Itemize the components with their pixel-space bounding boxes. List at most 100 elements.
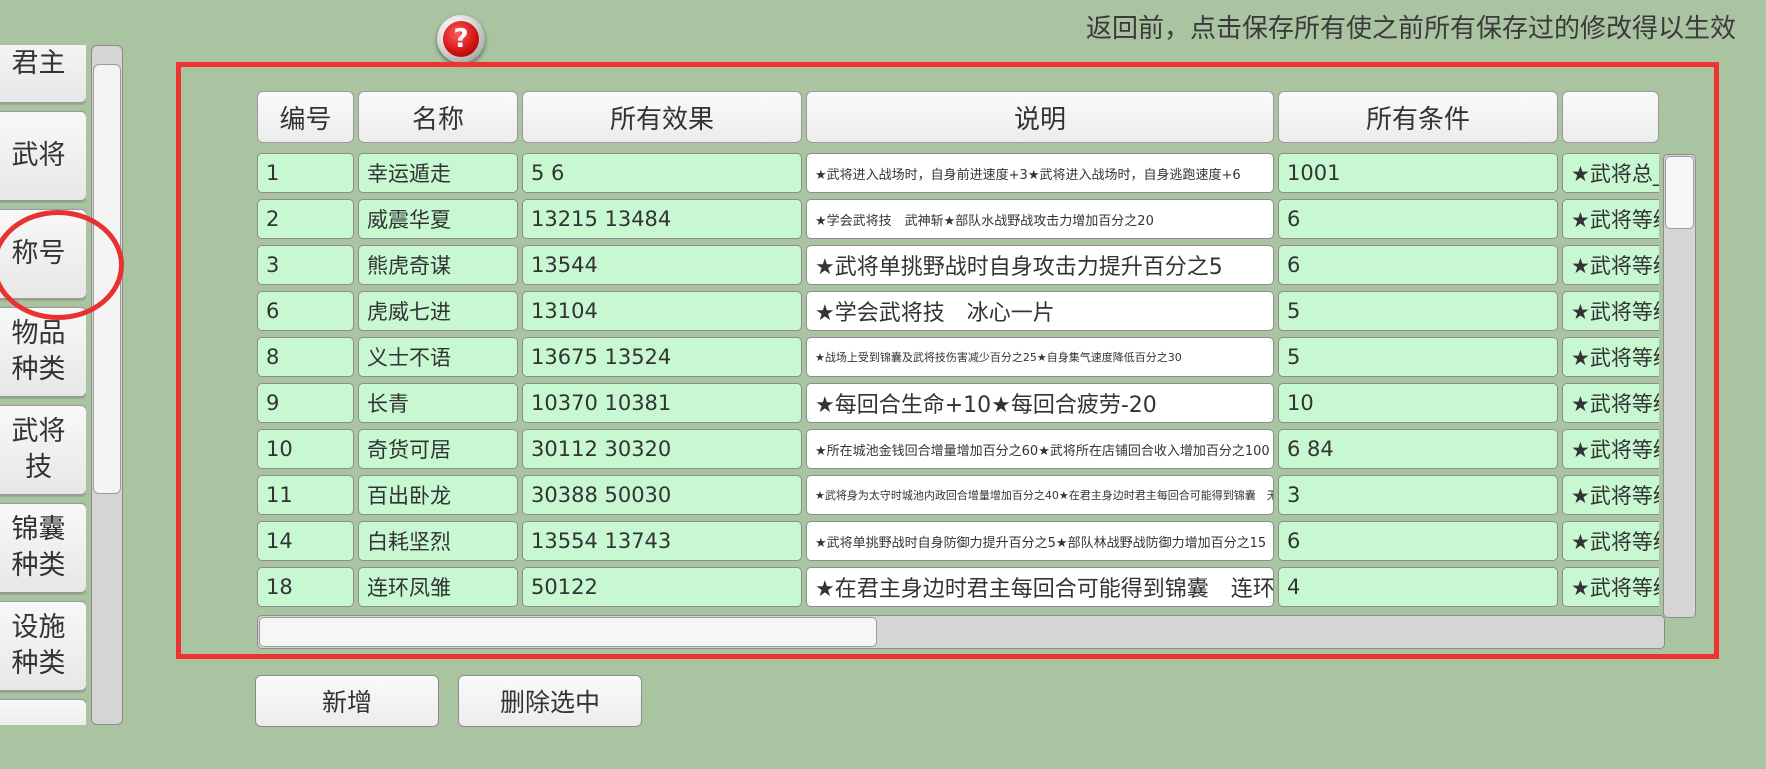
cell-effects[interactable]: 10370 10381 [522, 383, 802, 423]
cell-description[interactable]: ★所在城池金钱回合增量增加百分之60★武将所在店铺回合收入增加百分之100 [806, 429, 1274, 469]
cell-description[interactable]: ★在君主身边时君主每回合可能得到锦囊 连环计 [806, 567, 1274, 607]
cell-extra[interactable]: ★武将总_ [1562, 153, 1659, 193]
column-header-name[interactable]: 名称 [358, 91, 518, 143]
cell-conditions[interactable]: 6 [1278, 245, 1558, 285]
cell-effects[interactable]: 13544 [522, 245, 802, 285]
cell-description[interactable]: ★武将身为太守时城池内政回合增量增加百分之40★在君主身边时君主每回合可能得到锦… [806, 475, 1274, 515]
table-row[interactable]: 10 奇货可居 30112 30320 ★所在城池金钱回合增量增加百分之60★武将所在… [257, 429, 1659, 471]
cell-extra[interactable]: ★武将等级 [1562, 291, 1659, 331]
cell-id[interactable]: 2 [257, 199, 354, 239]
table-row[interactable]: 2 威震华夏 13215 13484 ★学会武将技 武神斩★部队水战野战攻击力增加百分… [257, 199, 1659, 241]
cell-id[interactable]: 9 [257, 383, 354, 423]
table-row[interactable]: 8 义士不语 13675 13524 ★战场上受到锦囊及武将技伤害减少百分之25★自身… [257, 337, 1659, 379]
cell-description[interactable]: ★每回合生命+10★每回合疲劳-20 [806, 383, 1274, 423]
table-row[interactable]: 1 幸运遁走 5 6 ★武将进入战场时，自身前进速度+3★武将进入战场时，自身逃跑速度… [257, 153, 1659, 195]
cell-name[interactable]: 幸运遁走 [358, 153, 518, 193]
cell-name[interactable]: 义士不语 [358, 337, 518, 377]
table-vertical-scrollbar[interactable] [1663, 154, 1696, 618]
cell-effects[interactable]: 13104 [522, 291, 802, 331]
sidebar-item-label: 物品种类 [11, 318, 66, 385]
cell-description[interactable]: ★战场上受到锦囊及武将技伤害减少百分之25★自身集气速度降低百分之30 [806, 337, 1274, 377]
sidebar-item-skills[interactable]: 武将技 [0, 405, 86, 495]
help-button[interactable]: ? [437, 15, 485, 63]
cell-extra[interactable]: ★武将等级 [1562, 337, 1659, 377]
table-row[interactable]: 18连环凤雏50122★在君主身边时君主每回合可能得到锦囊 连环计4★武将等级 [257, 567, 1659, 609]
cell-effects[interactable]: 13554 13743 [522, 521, 802, 561]
sidebar-item-label: 设施种类 [11, 612, 66, 679]
cell-id[interactable]: 18 [257, 567, 354, 607]
table-row[interactable]: 11 百出卧龙 30388 50030 ★武将身为太守时城池内政回合增量增加百分之40… [257, 475, 1659, 517]
sidebar-item-strategy-types[interactable]: 锦囊种类 [0, 503, 86, 593]
sidebar-scrollbar[interactable] [91, 45, 123, 725]
column-header-extra[interactable] [1562, 91, 1659, 143]
cell-extra[interactable]: ★武将等级 [1562, 567, 1659, 607]
cell-extra[interactable]: ★武将等级 [1562, 475, 1659, 515]
sidebar-item-lord[interactable]: 君主 [0, 45, 86, 103]
sidebar-item-label: 君主 [11, 48, 66, 79]
column-header-description[interactable]: 说明 [806, 91, 1274, 143]
cell-id[interactable]: 8 [257, 337, 354, 377]
cell-effects[interactable]: 13215 13484 [522, 199, 802, 239]
cell-description[interactable]: ★学会武将技 冰心一片 [806, 291, 1274, 331]
horizontal-scroll-thumb[interactable] [259, 617, 877, 647]
cell-name[interactable]: 虎威七进 [358, 291, 518, 331]
vertical-scroll-thumb[interactable] [1665, 156, 1694, 229]
table-row[interactable]: 9长青10370 10381★每回合生命+10★每回合疲劳-2010★武将等级 [257, 383, 1659, 425]
sidebar-item-label: 武将技 [11, 416, 66, 483]
sidebar-item-facility-types[interactable]: 设施种类 [0, 601, 86, 691]
cell-effects[interactable]: 30388 50030 [522, 475, 802, 515]
cell-conditions[interactable]: 6 [1278, 521, 1558, 561]
cell-id[interactable]: 10 [257, 429, 354, 469]
cell-conditions[interactable]: 5 [1278, 337, 1558, 377]
cell-extra[interactable]: ★武将等级 [1562, 429, 1659, 469]
question-mark-icon: ? [443, 21, 479, 57]
sidebar-item-label: 称号 [11, 238, 66, 269]
cell-name[interactable]: 熊虎奇谋 [358, 245, 518, 285]
sidebar-item-general[interactable]: 武将 [0, 111, 86, 201]
cell-conditions[interactable]: 10 [1278, 383, 1558, 423]
table-row[interactable]: 3熊虎奇谋13544★武将单挑野战时自身攻击力提升百分之56★武将等级 [257, 245, 1659, 287]
cell-description[interactable]: ★学会武将技 武神斩★部队水战野战攻击力增加百分之20 [806, 199, 1274, 239]
cell-id[interactable]: 11 [257, 475, 354, 515]
cell-conditions[interactable]: 3 [1278, 475, 1558, 515]
column-header-conditions[interactable]: 所有条件 [1278, 91, 1558, 143]
column-header-id[interactable]: 编号 [257, 91, 354, 143]
table-row[interactable]: 14 白耗坚烈 13554 13743 ★武将单挑野战时自身防御力提升百分之5★部队林… [257, 521, 1659, 563]
sidebar-scroll-thumb[interactable] [93, 64, 121, 494]
sidebar-item-title[interactable]: 称号 [0, 209, 86, 299]
cell-extra[interactable]: ★武将等级 [1562, 199, 1659, 239]
table-body: 1 幸运遁走 5 6 ★武将进入战场时，自身前进速度+3★武将进入战场时，自身逃跑速度… [257, 153, 1659, 613]
cell-id[interactable]: 14 [257, 521, 354, 561]
cell-effects[interactable]: 30112 30320 [522, 429, 802, 469]
add-button[interactable]: 新增 [255, 675, 439, 727]
cell-description[interactable]: ★武将进入战场时，自身前进速度+3★武将进入战场时，自身逃跑速度+6 [806, 153, 1274, 193]
cell-id[interactable]: 3 [257, 245, 354, 285]
cell-conditions[interactable]: 4 [1278, 567, 1558, 607]
cell-effects[interactable]: 13675 13524 [522, 337, 802, 377]
column-header-effects[interactable]: 所有效果 [522, 91, 802, 143]
cell-id[interactable]: 1 [257, 153, 354, 193]
table-horizontal-scrollbar[interactable] [257, 615, 1665, 649]
table-row[interactable]: 6虎威七进13104★学会武将技 冰心一片5★武将等级 [257, 291, 1659, 333]
cell-name[interactable]: 百出卧龙 [358, 475, 518, 515]
cell-conditions[interactable]: 6 [1278, 199, 1558, 239]
cell-conditions[interactable]: 1001 [1278, 153, 1558, 193]
cell-name[interactable]: 白耗坚烈 [358, 521, 518, 561]
delete-selected-button[interactable]: 删除选中 [458, 675, 642, 727]
cell-name[interactable]: 连环凤雏 [358, 567, 518, 607]
cell-name[interactable]: 威震华夏 [358, 199, 518, 239]
cell-extra[interactable]: ★武将等级 [1562, 245, 1659, 285]
cell-name[interactable]: 奇货可居 [358, 429, 518, 469]
sidebar-item-item-types[interactable]: 物品种类 [0, 307, 86, 397]
cell-id[interactable]: 6 [257, 291, 354, 331]
cell-description[interactable]: ★武将单挑野战时自身防御力提升百分之5★部队林战野战防御力增加百分之15 [806, 521, 1274, 561]
cell-name[interactable]: 长青 [358, 383, 518, 423]
cell-extra[interactable]: ★武将等级 [1562, 383, 1659, 423]
cell-effects[interactable]: 50122 [522, 567, 802, 607]
cell-extra[interactable]: ★武将等级 [1562, 521, 1659, 561]
sidebar-item-partial[interactable] [0, 699, 86, 725]
cell-conditions[interactable]: 6 84 [1278, 429, 1558, 469]
cell-effects[interactable]: 5 6 [522, 153, 802, 193]
cell-conditions[interactable]: 5 [1278, 291, 1558, 331]
cell-description[interactable]: ★武将单挑野战时自身攻击力提升百分之5 [806, 245, 1274, 285]
